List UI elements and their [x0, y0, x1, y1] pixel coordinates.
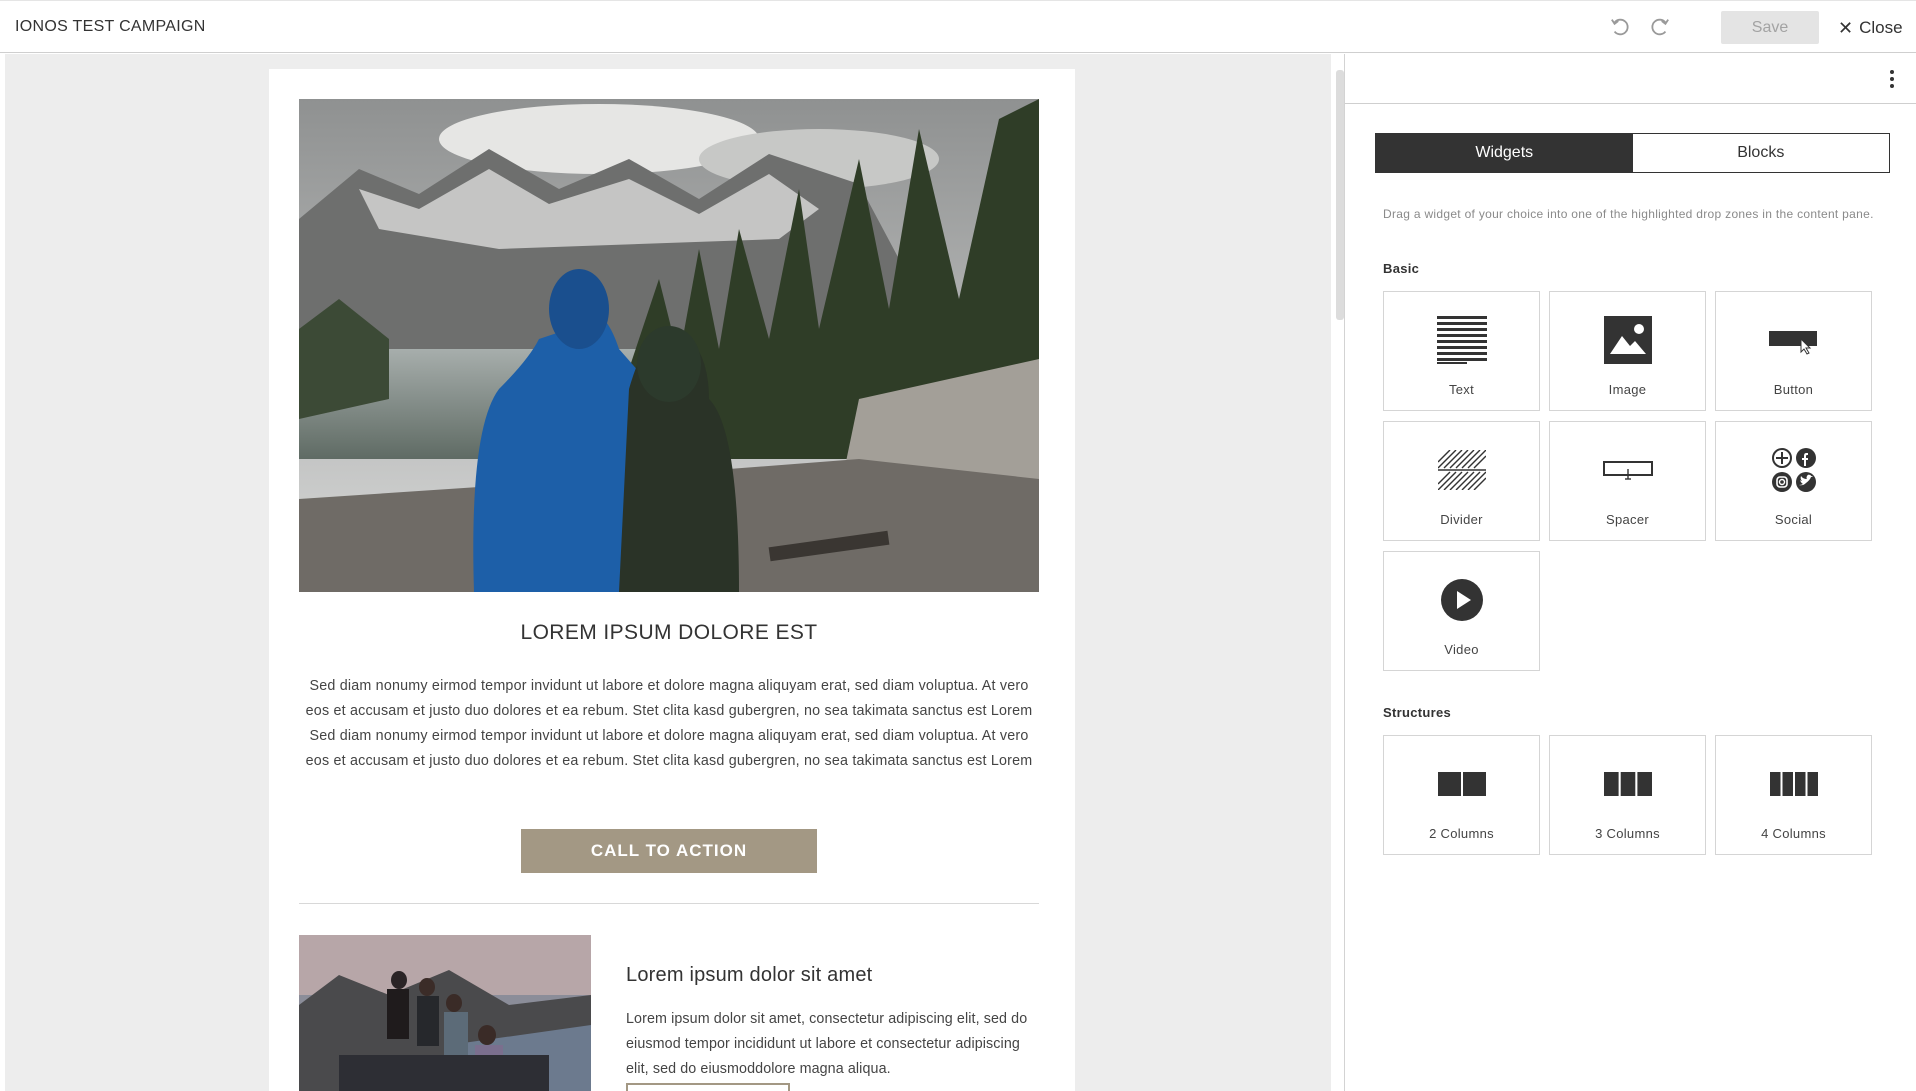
- text-lines-icon: [1436, 316, 1487, 364]
- more-options-button[interactable]: [1885, 67, 1899, 91]
- top-bar: IONOS TEST CAMPAIGN Save ✕ Close: [0, 0, 1916, 53]
- structure-label: 3 Columns: [1595, 826, 1660, 841]
- widget-divider[interactable]: Divider: [1383, 421, 1540, 541]
- widget-button[interactable]: Button: [1715, 291, 1872, 411]
- widget-panel: Widgets Blocks Drag a widget of your cho…: [1345, 54, 1916, 1091]
- article-headline: Lorem ipsum dolor sit amet: [626, 964, 873, 986]
- group-photo[interactable]: [299, 935, 591, 1091]
- widget-label: Button: [1773, 382, 1814, 397]
- email-headline: LOREM IPSUM DOLORE EST: [520, 621, 818, 644]
- helper-text: Drag a widget of your choice into one of…: [1383, 207, 1874, 221]
- basic-section-label: Basic: [1383, 261, 1420, 276]
- widget-social[interactable]: Social: [1715, 421, 1872, 541]
- content-pane-scrollbar[interactable]: [1336, 70, 1344, 320]
- structure-3-columns[interactable]: 3 Columns: [1549, 735, 1706, 855]
- redo-button[interactable]: [1646, 14, 1672, 40]
- structure-label: 2 Columns: [1429, 826, 1494, 841]
- widget-label: Image: [1608, 382, 1647, 397]
- widget-label: Social: [1774, 512, 1813, 527]
- email-canvas: LOREM IPSUM DOLORE EST Sed diam nonumy e…: [269, 69, 1075, 1091]
- tab-blocks[interactable]: Blocks: [1632, 134, 1889, 172]
- campaign-title: IONOS TEST CAMPAIGN: [15, 18, 206, 35]
- close-button[interactable]: ✕ Close: [1838, 15, 1903, 41]
- kebab-dot-icon: [1890, 70, 1894, 74]
- email-divider: [299, 903, 1039, 904]
- article-read-more-button[interactable]: [626, 1083, 790, 1091]
- close-label: Close: [1859, 18, 1903, 37]
- play-icon: [1440, 579, 1483, 621]
- widget-label: Video: [1444, 642, 1479, 657]
- widget-label: Text: [1448, 382, 1475, 397]
- button-icon: [1768, 331, 1817, 355]
- four-columns-icon: [1769, 772, 1818, 796]
- three-columns-icon: [1603, 772, 1652, 796]
- structure-2-columns[interactable]: 2 Columns: [1383, 735, 1540, 855]
- save-button[interactable]: Save: [1721, 11, 1819, 44]
- group-photo-image: [299, 935, 591, 1091]
- close-icon: ✕: [1838, 18, 1854, 38]
- tab-widgets[interactable]: Widgets: [1376, 134, 1633, 172]
- widget-video[interactable]: Video: [1383, 551, 1540, 671]
- article-body-text: Lorem ipsum dolor sit amet, consectetur …: [626, 1011, 1028, 1077]
- structures-section-label: Structures: [1383, 705, 1452, 720]
- widget-label: Spacer: [1606, 512, 1649, 527]
- hero-photo: [299, 99, 1039, 592]
- panel-tabs: Widgets Blocks: [1375, 133, 1890, 173]
- kebab-dot-icon: [1890, 84, 1894, 88]
- call-to-action-button[interactable]: CALL TO ACTION: [521, 829, 817, 873]
- widget-text[interactable]: Text: [1383, 291, 1540, 411]
- undo-icon: [1611, 18, 1629, 36]
- widget-spacer[interactable]: Spacer: [1549, 421, 1706, 541]
- kebab-dot-icon: [1890, 77, 1894, 81]
- structure-label: 4 Columns: [1761, 826, 1826, 841]
- two-columns-icon: [1437, 772, 1486, 796]
- structure-4-columns[interactable]: 4 Columns: [1715, 735, 1872, 855]
- undo-button[interactable]: [1608, 14, 1634, 40]
- spacer-icon: [1602, 461, 1653, 480]
- email-body-text: Sed diam nonumy eirmod tempor invidunt u…: [305, 678, 1033, 769]
- hero-image[interactable]: [299, 99, 1039, 592]
- image-icon: [1603, 316, 1652, 364]
- redo-icon: [1651, 18, 1669, 36]
- hatched-divider-icon: [1437, 450, 1486, 490]
- social-icons-icon: [1771, 448, 1816, 492]
- widget-image[interactable]: Image: [1549, 291, 1706, 411]
- widget-label: Divider: [1440, 512, 1483, 527]
- content-pane: LOREM IPSUM DOLORE EST Sed diam nonumy e…: [5, 54, 1331, 1091]
- panel-header: [1345, 54, 1916, 104]
